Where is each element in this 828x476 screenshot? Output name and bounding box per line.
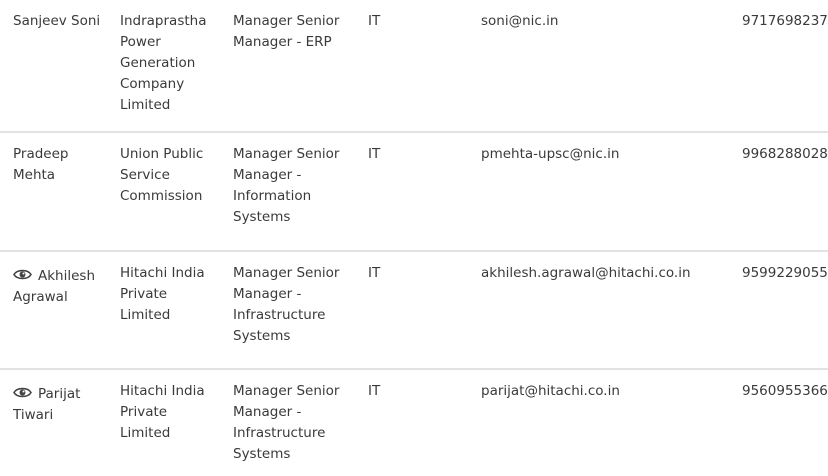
contact-department: IT: [368, 265, 381, 281]
table-row: Akhilesh Agrawal Hitachi India Private L…: [0, 252, 828, 370]
table-row: Pradeep Mehta Union Public Service Commi…: [0, 133, 828, 252]
email-link[interactable]: parijat@hitachi.co.in: [481, 383, 620, 399]
contact-title: Manager Senior Manager - Infrastructure …: [233, 265, 340, 344]
contact-name-first: Sanjeev Soni: [13, 13, 101, 29]
contact-name-last: Mehta: [13, 167, 56, 183]
contact-name-first: Pradeep: [13, 146, 69, 162]
contact-email: soni@nic.in: [481, 11, 721, 32]
contacts-table: Sanjeev Soni Indraprastha Power Generati…: [0, 0, 828, 476]
contact-department: IT: [368, 13, 381, 29]
contact-phone: 9599229055: [742, 265, 828, 281]
table-row: Parijat Tiwari Hitachi India Private Lim…: [0, 370, 828, 476]
contact-title: Manager Senior Manager - Infrastructure …: [233, 383, 340, 462]
contact-organization: Hitachi India Private Limited: [120, 383, 205, 441]
email-link[interactable]: soni@nic.in: [481, 13, 558, 29]
contact-phone: 9560955366: [742, 383, 828, 399]
contact-name-first: Parijat: [38, 386, 81, 402]
contact-title: Manager Senior Manager - Information Sys…: [233, 146, 340, 225]
contact-email: pmehta-upsc@nic.in: [481, 144, 721, 165]
contact-name: Pradeep Mehta: [13, 144, 108, 186]
eye-icon[interactable]: [13, 268, 32, 281]
contact-title: Manager Senior Manager - ERP: [233, 13, 340, 50]
eye-icon[interactable]: [13, 386, 32, 399]
contact-department: IT: [368, 146, 381, 162]
contact-email: akhilesh.agrawal@hitachi.co.in: [481, 263, 721, 284]
contact-name: Sanjeev Soni: [13, 11, 108, 32]
contact-organization: Indraprastha Power Generation Company Li…: [120, 13, 207, 113]
contact-name-last: Tiwari: [13, 407, 54, 423]
contact-name: Akhilesh Agrawal: [13, 266, 108, 308]
contact-name-last: Agrawal: [13, 289, 68, 305]
contact-name: Parijat Tiwari: [13, 384, 108, 426]
table-row: Sanjeev Soni Indraprastha Power Generati…: [0, 0, 828, 133]
contact-name-first: Akhilesh: [38, 268, 96, 284]
contact-organization: Union Public Service Commission: [120, 146, 204, 204]
email-link[interactable]: pmehta-upsc@nic.in: [481, 146, 619, 162]
contact-organization: Hitachi India Private Limited: [120, 265, 205, 323]
contact-phone: 9968288028: [742, 146, 828, 162]
contact-phone: 9717698237: [742, 13, 828, 29]
contact-department: IT: [368, 383, 381, 399]
contact-email: parijat@hitachi.co.in: [481, 381, 721, 402]
email-link[interactable]: akhilesh.agrawal@hitachi.co.in: [481, 265, 691, 281]
